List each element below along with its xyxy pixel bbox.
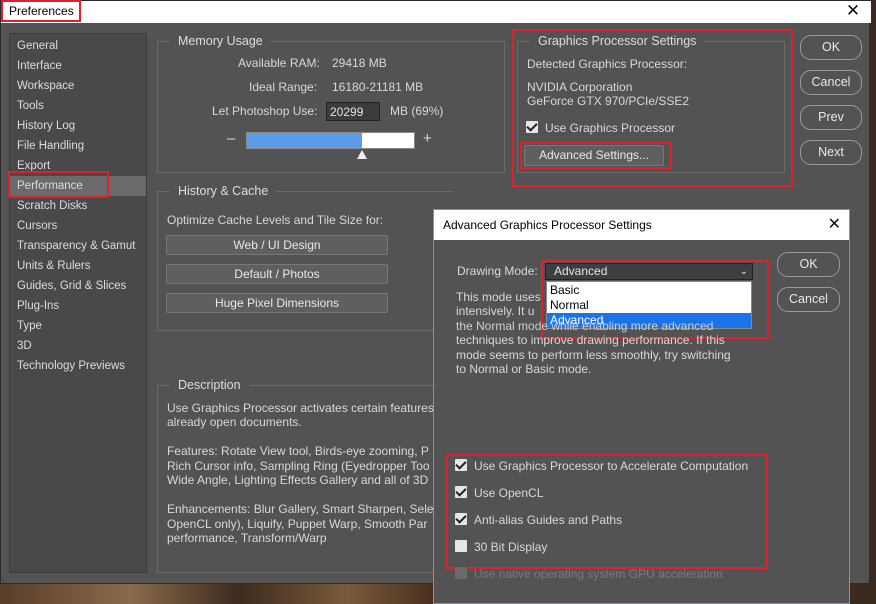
ideal-range-value: 16180-21181 MB — [332, 80, 424, 94]
ideal-range-label: Ideal Range: — [249, 80, 318, 94]
dialog-ok-button[interactable]: OK — [777, 252, 840, 277]
mode-description: This mode uses — [456, 290, 541, 304]
advanced-settings-button[interactable]: Advanced Settings... — [524, 145, 664, 166]
description-text: Rich Cursor info, Sampling Ring (Eyedrop… — [167, 459, 430, 473]
chevron-down-icon: ⌄ — [739, 266, 748, 277]
mode-description: intensively. It u — [456, 304, 535, 318]
huge-pixel-dimensions-button[interactable]: Huge Pixel Dimensions — [166, 293, 388, 313]
sidebar-item-plug-ins[interactable]: Plug-Ins — [10, 296, 146, 316]
sidebar-item-cursors[interactable]: Cursors — [10, 216, 146, 236]
use-gpu-checkbox[interactable] — [526, 121, 538, 133]
default-photos-button[interactable]: Default / Photos — [166, 264, 388, 284]
accelerate-computation-checkbox[interactable] — [455, 459, 467, 471]
accelerate-computation-label: Use Graphics Processor to Accelerate Com… — [474, 459, 749, 473]
description-text: Wide Angle, Lighting Effects Gallery and… — [167, 473, 429, 487]
memory-slider[interactable] — [246, 132, 415, 149]
next-button[interactable]: Next — [800, 140, 862, 165]
sidebar-item-technology-previews[interactable]: Technology Previews — [10, 356, 146, 376]
mode-description: the Normal mode while enabling more adva… — [456, 319, 714, 333]
gpu-model: GeForce GTX 970/PCIe/SSE2 — [527, 94, 690, 108]
dialog-title-bar: Advanced Graphics Processor Settings ✕ — [434, 210, 849, 240]
memory-amount-input[interactable] — [326, 102, 380, 121]
available-ram-label: Available RAM: — [238, 56, 320, 70]
drawing-mode-label: Drawing Mode: — [457, 264, 538, 278]
30-bit-display-label: 30 Bit Display — [474, 540, 548, 554]
drawing-mode-select[interactable]: Advanced ⌄ — [545, 263, 753, 280]
sidebar-item-history-log[interactable]: History Log — [10, 116, 146, 136]
decrease-memory-icon[interactable]: – — [227, 130, 235, 147]
use-opencl-label: Use OpenCL — [474, 486, 544, 500]
gpu-settings-title: Graphics Processor Settings — [530, 34, 705, 48]
available-ram-value: 29418 MB — [332, 56, 387, 70]
sidebar-item-guides-grid-slices[interactable]: Guides, Grid & Slices — [10, 276, 146, 296]
sidebar-item-units-rulers[interactable]: Units & Rulers — [10, 256, 146, 276]
description-text: Use Graphics Processor activates certain… — [167, 401, 434, 415]
dialog-title: Advanced Graphics Processor Settings — [443, 218, 652, 232]
sidebar: General Interface Workspace Tools Histor… — [9, 33, 147, 573]
memory-slider-fill — [247, 133, 362, 148]
native-gpu-acceleration-label: Use native operating system GPU accelera… — [474, 567, 723, 581]
use-gpu-label: Use Graphics Processor — [545, 121, 676, 135]
advanced-gpu-dialog: Advanced Graphics Processor Settings ✕ D… — [433, 209, 850, 604]
drawing-mode-value: Advanced — [554, 264, 608, 278]
use-opencl-checkbox[interactable] — [455, 486, 467, 498]
dropdown-option-normal[interactable]: Normal — [547, 298, 751, 313]
cancel-button[interactable]: Cancel — [800, 70, 862, 95]
detected-gpu-label: Detected Graphics Processor: — [527, 57, 688, 71]
close-icon[interactable]: ✕ — [843, 1, 863, 21]
prev-button[interactable]: Prev — [800, 105, 862, 130]
description-text: Enhancements: Blur Gallery, Smart Sharpe… — [167, 502, 434, 516]
window-title: Preferences — [9, 4, 74, 18]
sidebar-item-type[interactable]: Type — [10, 316, 146, 336]
dialog-cancel-button[interactable]: Cancel — [777, 287, 840, 312]
sidebar-item-3d[interactable]: 3D — [10, 336, 146, 356]
description-text: OpenCL only), Liquify, Puppet Warp, Smoo… — [167, 517, 428, 531]
close-icon[interactable]: ✕ — [828, 214, 841, 234]
history-cache-title: History & Cache — [170, 184, 277, 198]
sidebar-item-interface[interactable]: Interface — [10, 56, 146, 76]
increase-memory-icon[interactable]: + — [423, 130, 432, 147]
sidebar-item-export[interactable]: Export — [10, 156, 146, 176]
memory-slider-thumb[interactable] — [357, 150, 367, 159]
title-bar: Preferences ✕ — [1, 0, 871, 23]
mode-description: techniques to improve drawing performanc… — [456, 333, 725, 347]
background-photo — [0, 584, 433, 604]
anti-alias-label: Anti-alias Guides and Paths — [474, 513, 623, 527]
anti-alias-checkbox[interactable] — [455, 513, 467, 525]
30-bit-display-checkbox[interactable] — [455, 540, 467, 552]
sidebar-item-performance[interactable]: Performance — [10, 176, 146, 196]
sidebar-item-file-handling[interactable]: File Handling — [10, 136, 146, 156]
sidebar-item-scratch-disks[interactable]: Scratch Disks — [10, 196, 146, 216]
optimize-cache-label: Optimize Cache Levels and Tile Size for: — [167, 213, 384, 227]
description-text: performance, Transform/Warp — [167, 531, 327, 545]
sidebar-item-general[interactable]: General — [10, 36, 146, 56]
memory-percent-label: MB (69%) — [390, 104, 444, 118]
sidebar-item-workspace[interactable]: Workspace — [10, 76, 146, 96]
web-ui-design-button[interactable]: Web / UI Design — [166, 235, 388, 255]
sidebar-item-transparency-gamut[interactable]: Transparency & Gamut — [10, 236, 146, 256]
gpu-vendor: NVIDIA Corporation — [527, 80, 633, 94]
description-text: Features: Rotate View tool, Birds-eye zo… — [167, 444, 429, 458]
description-text: already open documents. — [167, 415, 302, 429]
sidebar-item-tools[interactable]: Tools — [10, 96, 146, 116]
native-gpu-acceleration-checkbox — [455, 567, 467, 579]
memory-usage-title: Memory Usage — [170, 34, 271, 48]
description-title: Description — [170, 378, 249, 392]
mode-description: to Normal or Basic mode. — [456, 362, 592, 376]
ok-button[interactable]: OK — [800, 35, 862, 60]
dropdown-option-basic[interactable]: Basic — [547, 283, 751, 298]
let-photoshop-use-label: Let Photoshop Use: — [212, 104, 318, 118]
mode-description: mode seems to perform less smoothly, try… — [456, 348, 731, 362]
